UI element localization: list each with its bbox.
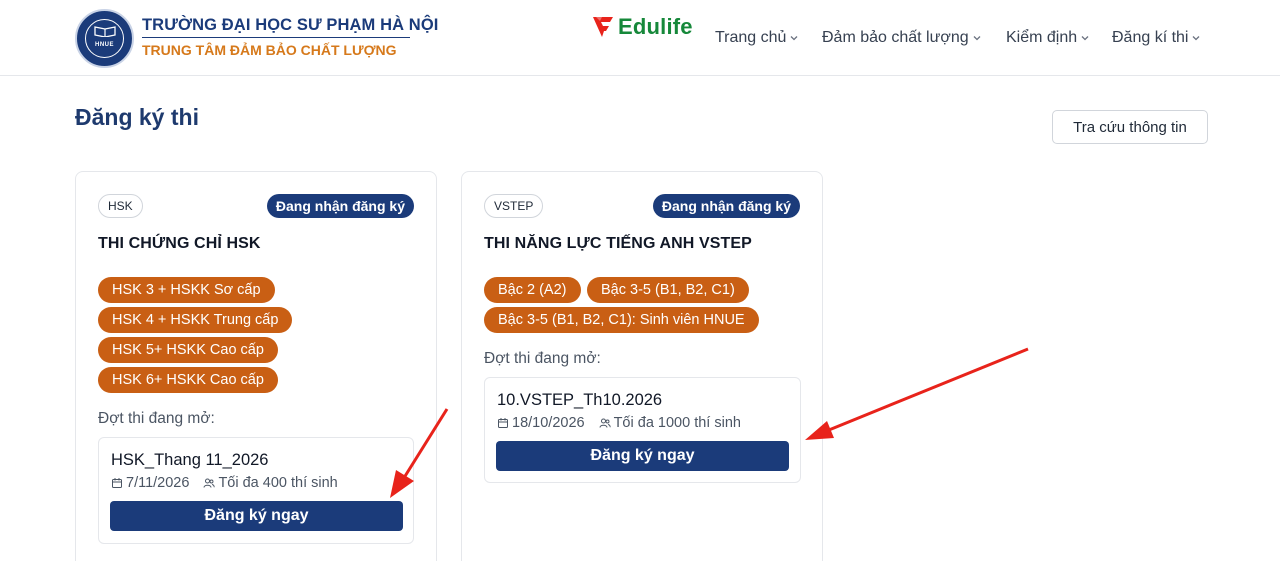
open-sessions-label: Đợt thi đang mở: [98, 410, 215, 427]
session-capacity: Tối đa 400 thí sinh [218, 475, 338, 491]
brand-divider [142, 37, 410, 38]
chevron-down-icon [790, 36, 798, 41]
calendar-icon [498, 418, 508, 428]
exam-title: THI CHỨNG CHỈ HSK [98, 235, 261, 252]
level-pill[interactable]: Bậc 3-5 (B1, B2, C1): Sinh viên HNUE [484, 307, 759, 333]
edulife-wordmark: Edulife [618, 14, 693, 39]
exam-code-badge: VSTEP [484, 194, 544, 218]
level-pill[interactable]: HSK 6+ HSKK Cao cấp [98, 367, 278, 393]
book-icon [94, 26, 116, 37]
arrow-icon [805, 347, 1029, 440]
center-name[interactable]: TRUNG TÂM ĐẢM BẢO CHẤT LƯỢNG [142, 42, 397, 58]
session-date: 18/10/2026 [512, 415, 585, 431]
session-date: 7/11/2026 [126, 475, 190, 491]
status-badge: Đang nhận đăng ký [266, 194, 414, 218]
session-name: 10.VSTEP_Th10.2026 [497, 391, 663, 409]
chevron-down-icon [973, 36, 981, 41]
users-icon [203, 478, 216, 488]
chevron-down-icon [1193, 36, 1200, 41]
nav-label: Kiểm định [1006, 29, 1078, 46]
level-pill[interactable]: Bậc 2 (A2) [484, 277, 581, 303]
chevron-down-icon [1081, 36, 1089, 41]
level-pill[interactable]: HSK 4 + HSKK Trung cấp [98, 307, 293, 333]
exam-session-card: HSK_Thang 11_2026 7/11/2026 Tối đa 400 t… [98, 437, 414, 544]
logo-text: HNUE [94, 42, 114, 48]
users-icon [599, 418, 611, 428]
register-now-button[interactable]: Đăng ký ngay [110, 501, 403, 531]
nav-label: Trang chủ [715, 29, 787, 46]
page-title: Đăng ký thi [75, 104, 199, 130]
calendar-icon [112, 478, 122, 488]
nav-label: Đảm bảo chất lượng [822, 29, 969, 46]
site-header: HNUE TRƯỜNG ĐẠI HỌC SƯ PHẠM HÀ NỘI TRUNG… [0, 0, 1280, 76]
level-pill[interactable]: HSK 3 + HSKK Sơ cấp [98, 277, 275, 303]
status-badge: Đang nhận đăng ký [652, 194, 800, 218]
university-logo[interactable]: HNUE [75, 9, 134, 68]
open-sessions-label: Đợt thi đang mở: [484, 350, 601, 367]
exam-code-badge: HSK [98, 194, 143, 218]
session-capacity: Tối đa 1000 thí sinh [613, 415, 741, 431]
nav-accreditation[interactable]: Kiểm định [1006, 28, 1090, 48]
exam-card-hsk: HSK Đang nhận đăng ký THI CHỨNG CHỈ HSK … [75, 171, 437, 561]
nav-quality-assurance[interactable]: Đảm bảo chất lượng [822, 28, 982, 48]
exam-card-vstep: VSTEP Đang nhận đăng ký THI NĂNG LỰC TIẾ… [461, 171, 823, 561]
edulife-logo[interactable]: Edulife [592, 14, 693, 40]
level-pill[interactable]: Bậc 3-5 (B1, B2, C1) [587, 277, 749, 303]
nav-label: Đăng kí thi [1112, 29, 1189, 46]
session-meta: 7/11/2026 Tối đa 400 thí sinh [111, 475, 338, 491]
register-now-button[interactable]: Đăng ký ngay [496, 441, 789, 471]
university-name[interactable]: TRƯỜNG ĐẠI HỌC SƯ PHẠM HÀ NỘI [142, 16, 438, 35]
edulife-mark-icon [593, 17, 613, 37]
session-meta: 18/10/2026 Tối đa 1000 thí sinh [497, 415, 741, 431]
lookup-info-button[interactable]: Tra cứu thông tin [1052, 110, 1208, 144]
exam-title: THI NĂNG LỰC TIẾNG ANH VSTEP [484, 235, 752, 252]
nav-home[interactable]: Trang chủ [715, 28, 799, 48]
level-pill[interactable]: HSK 5+ HSKK Cao cấp [98, 337, 278, 363]
session-name: HSK_Thang 11_2026 [111, 451, 269, 469]
exam-session-card: 10.VSTEP_Th10.2026 18/10/2026 Tối đa 100… [484, 377, 801, 483]
nav-exam-registration[interactable]: Đăng kí thi [1112, 28, 1201, 48]
